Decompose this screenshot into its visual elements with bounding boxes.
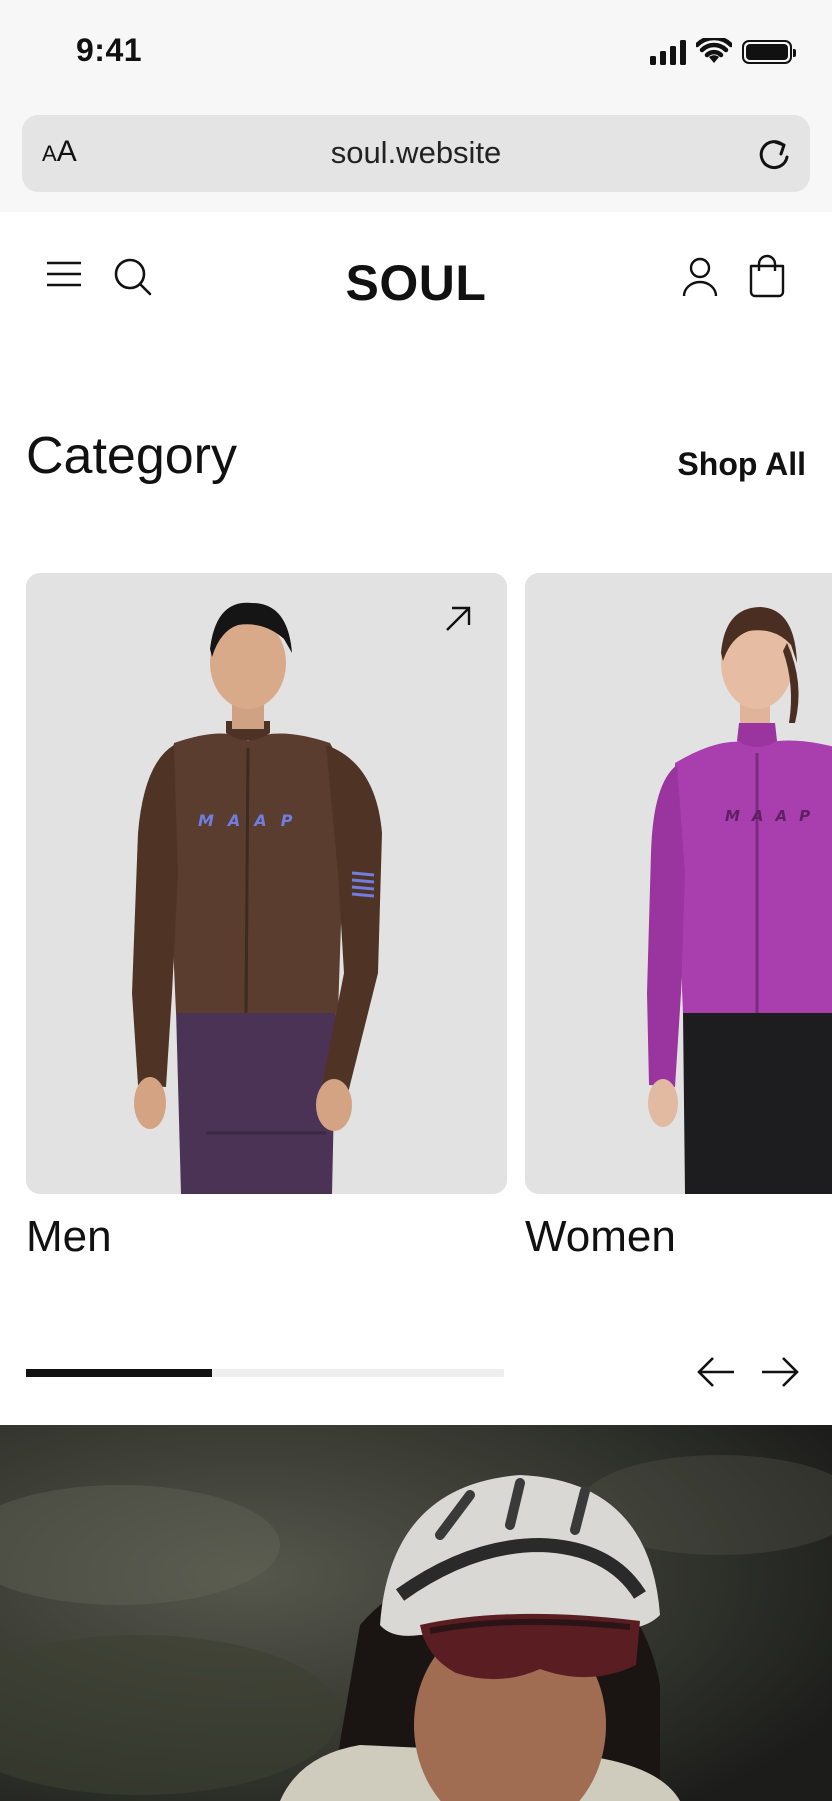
category-title: Category [26,427,237,485]
cart-icon[interactable] [746,252,788,298]
category-label-men[interactable]: Men [26,1212,112,1262]
hero-image [0,1425,832,1801]
status-time: 9:41 [76,32,143,68]
category-card-men[interactable]: MAAP [26,573,507,1194]
battery-icon [742,40,796,64]
men-product-image: MAAP [26,573,507,1194]
category-label-women[interactable]: Women [525,1212,676,1262]
url-bar[interactable]: AA soul.website [22,115,810,192]
cellular-signal-icon [650,39,686,65]
arrow-up-right-icon[interactable] [443,604,473,634]
wifi-icon [696,38,732,63]
status-icons [650,38,796,66]
shop-all-link[interactable]: Shop All [677,446,806,483]
cyclist-photo [0,1425,832,1801]
arrow-left-icon[interactable] [694,1350,738,1394]
arrow-right-icon[interactable] [758,1350,802,1394]
women-chest-logo: MAAP [725,807,822,825]
account-icon[interactable] [680,256,720,298]
men-chest-logo: MAAP [198,811,306,830]
url-text[interactable]: soul.website [22,135,810,171]
women-product-image: MAAP [525,573,832,1194]
reload-icon[interactable] [750,131,796,177]
carousel-progress-fill [26,1369,213,1377]
browser-chrome: 9:41 AA soul.website [0,0,832,212]
carousel-progress-track [26,1369,504,1377]
category-card-women[interactable]: MAAP [525,573,832,1194]
site-header: SOUL [0,212,832,352]
